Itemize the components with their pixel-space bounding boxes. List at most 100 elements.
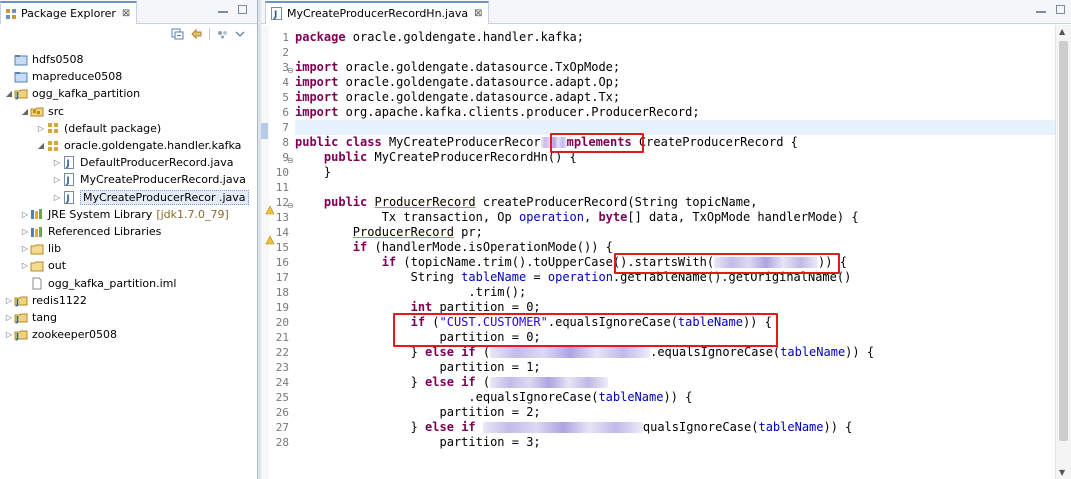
line-number-gutter: 1 2 3 4 5 6 7 8 9 10 11 12 13 14 15 16 17 18 19 20 21 22 23 24 2… [269, 25, 289, 479]
collapse-all-icon[interactable] [171, 28, 184, 40]
link-with-editor-icon[interactable] [190, 28, 203, 40]
tree-item-label: src [48, 104, 65, 118]
java-project-icon: J [14, 293, 28, 307]
collapse-arrow-icon[interactable]: ▷ [4, 330, 14, 339]
explorer-toolbar [0, 24, 257, 46]
tree-item-ogg-kafka-partition[interactable]: ◢ Jogg_kafka_partition [4, 85, 140, 102]
collapse-arrow-icon[interactable]: ▷ [4, 313, 14, 322]
redacted-text [490, 347, 651, 358]
vertical-scrollbar[interactable]: ▲ ▼ [1055, 25, 1071, 479]
tree-item-label: mapreduce0508 [32, 70, 123, 84]
package-explorer-view: Package Explorer ⊠ hdfs0508 mapreduce0508… [0, 0, 258, 479]
scrollbar-thumb[interactable] [1059, 41, 1068, 441]
tree-item-referenced-libraries[interactable]: ▷ Referenced Libraries [20, 223, 161, 240]
editor-tab-label: MyCreateProducerRecordHn.java [287, 7, 469, 20]
tree-item-label: MyCreateProducerRecor .java [80, 189, 249, 205]
java-file-icon: J [271, 7, 282, 20]
line-number: 28 [275, 436, 289, 449]
collapse-arrow-icon[interactable]: ▷ [52, 193, 62, 202]
view-menu-icon[interactable] [235, 30, 245, 38]
close-tab-icon[interactable]: ⊠ [474, 8, 482, 19]
collapse-arrow-icon[interactable]: ▷ [20, 210, 30, 219]
collapse-arrow-icon[interactable]: ▷ [36, 124, 46, 133]
scroll-down-icon[interactable]: ▼ [1059, 468, 1065, 477]
tree-item-redis1122[interactable]: ▷ Jredis1122 [4, 292, 87, 309]
code-line: } [295, 165, 332, 179]
java-file-icon: J [62, 190, 76, 204]
line-number: 4 [282, 76, 289, 89]
line-number: 25 [275, 391, 289, 404]
code-line: public MyCreateProducerRecordHn() { [323, 150, 577, 164]
expand-arrow-icon[interactable]: ◢ [36, 141, 46, 150]
code-line: ProducerRecord pr; [352, 225, 483, 239]
tree-item-mycreateproducerrecor-java[interactable]: ▷ J MyCreateProducerRecor .java [52, 189, 249, 206]
tree-item-mapreduce0508[interactable]: mapreduce0508 [4, 68, 122, 85]
tree-item-default-package[interactable]: ▷ (default package) [36, 120, 161, 137]
highlight-box-cust-customer [393, 313, 778, 347]
focus-icon[interactable] [216, 28, 229, 40]
line-number: 22 [275, 346, 289, 359]
line-number: 11 [275, 181, 289, 194]
collapse-arrow-icon[interactable]: ▷ [4, 296, 14, 305]
tree-item-src[interactable]: ◢ src [20, 103, 64, 120]
tree-item-label: JRE System Library [48, 207, 153, 221]
maximize-icon[interactable] [238, 5, 247, 14]
collapse-arrow-icon[interactable]: ▷ [20, 244, 30, 253]
explorer-tab-bar: Package Explorer ⊠ [0, 0, 257, 24]
tree-item-label: hdfs0508 [32, 53, 84, 66]
code-line: public ProducerRecord createProducerReco… [323, 195, 758, 209]
code-line: } else if qualsIgnoreCase(tableName)) { [410, 420, 853, 434]
tree-item-jre-system-library[interactable]: ▷ JRE System Library [jdk1.7.0_79] [20, 206, 229, 223]
tree-item-ogg-kafka-partition-iml[interactable]: ogg_kafka_partition.iml [20, 275, 176, 292]
line-number: 21 [275, 331, 289, 344]
tree-item-label: out [48, 259, 67, 273]
warning-icon[interactable] [265, 205, 275, 215]
tree-item-out[interactable]: ▷ out [20, 257, 66, 274]
fold-collapse-icon[interactable]: ⊖ [287, 153, 295, 168]
tree-item-label: redis1122 [32, 293, 87, 307]
tree-item-zookeeper0508[interactable]: ▷ Jzookeeper0508 [4, 326, 117, 343]
line-number: 26 [275, 406, 289, 419]
editor-view-controls [1036, 5, 1065, 14]
tree-item-mycreateproducerrecord-java[interactable]: ▷ J MyCreateProducerRecord.java [52, 171, 246, 188]
code-area[interactable]: package oracle.goldengate.handler.kafka;… [295, 25, 1055, 479]
code-line: partition = 2; [439, 405, 541, 419]
fold-collapse-icon[interactable]: ⊖ [287, 63, 295, 78]
expand-arrow-icon[interactable]: ◢ [4, 89, 14, 98]
tree-item-oracle-goldengate-handler-kafka[interactable]: ◢ oracle.goldengate.handler.kafka [36, 137, 241, 154]
maximize-icon[interactable] [1056, 5, 1065, 14]
redacted-text [482, 422, 643, 433]
warning-icon[interactable] [265, 235, 275, 245]
tree-item-hdfs0508[interactable]: hdfs0508 [4, 51, 84, 68]
expand-arrow-icon[interactable]: ◢ [20, 107, 30, 116]
line-number: 5 [282, 91, 289, 104]
line-number: 1 [282, 31, 289, 44]
minimize-icon[interactable] [1036, 10, 1046, 13]
editor-tab-mycreateproducerrecordhn[interactable]: J MyCreateProducerRecordHn.java ⊠ [265, 1, 490, 24]
folder-icon [30, 242, 44, 256]
project-folder-icon [14, 53, 28, 67]
collapse-arrow-icon[interactable]: ▷ [20, 227, 30, 236]
tree-item-label: ogg_kafka_partition [32, 87, 141, 101]
tree-item-defaultproducerrecord-java[interactable]: ▷ J DefaultProducerRecord.java [52, 154, 233, 171]
close-tab-icon[interactable]: ⊠ [122, 8, 130, 19]
tree-item-tang[interactable]: ▷ Jtang [4, 309, 57, 326]
collapse-arrow-icon[interactable]: ▷ [52, 175, 62, 184]
source-folder-icon [30, 104, 44, 118]
code-line: partition = 3; [439, 435, 541, 449]
line-number: 7 [282, 121, 289, 134]
code-line: partition = 1; [439, 360, 541, 374]
package-icon [46, 139, 60, 153]
fold-collapse-icon[interactable]: ⊖ [287, 198, 295, 213]
collapse-arrow-icon[interactable]: ▷ [52, 158, 62, 167]
folder-icon [30, 259, 44, 273]
collapse-arrow-icon[interactable]: ▷ [20, 261, 30, 270]
tree-item-label: ogg_kafka_partition.iml [48, 276, 177, 290]
svg-text:J: J [66, 194, 70, 204]
minimize-icon[interactable] [218, 10, 228, 13]
scroll-up-icon[interactable]: ▲ [1059, 27, 1065, 36]
package-explorer-tab[interactable]: Package Explorer ⊠ [0, 1, 138, 24]
line-number: 19 [275, 301, 289, 314]
tree-item-lib[interactable]: ▷ lib [20, 240, 61, 257]
line-number: 8 [282, 136, 289, 149]
